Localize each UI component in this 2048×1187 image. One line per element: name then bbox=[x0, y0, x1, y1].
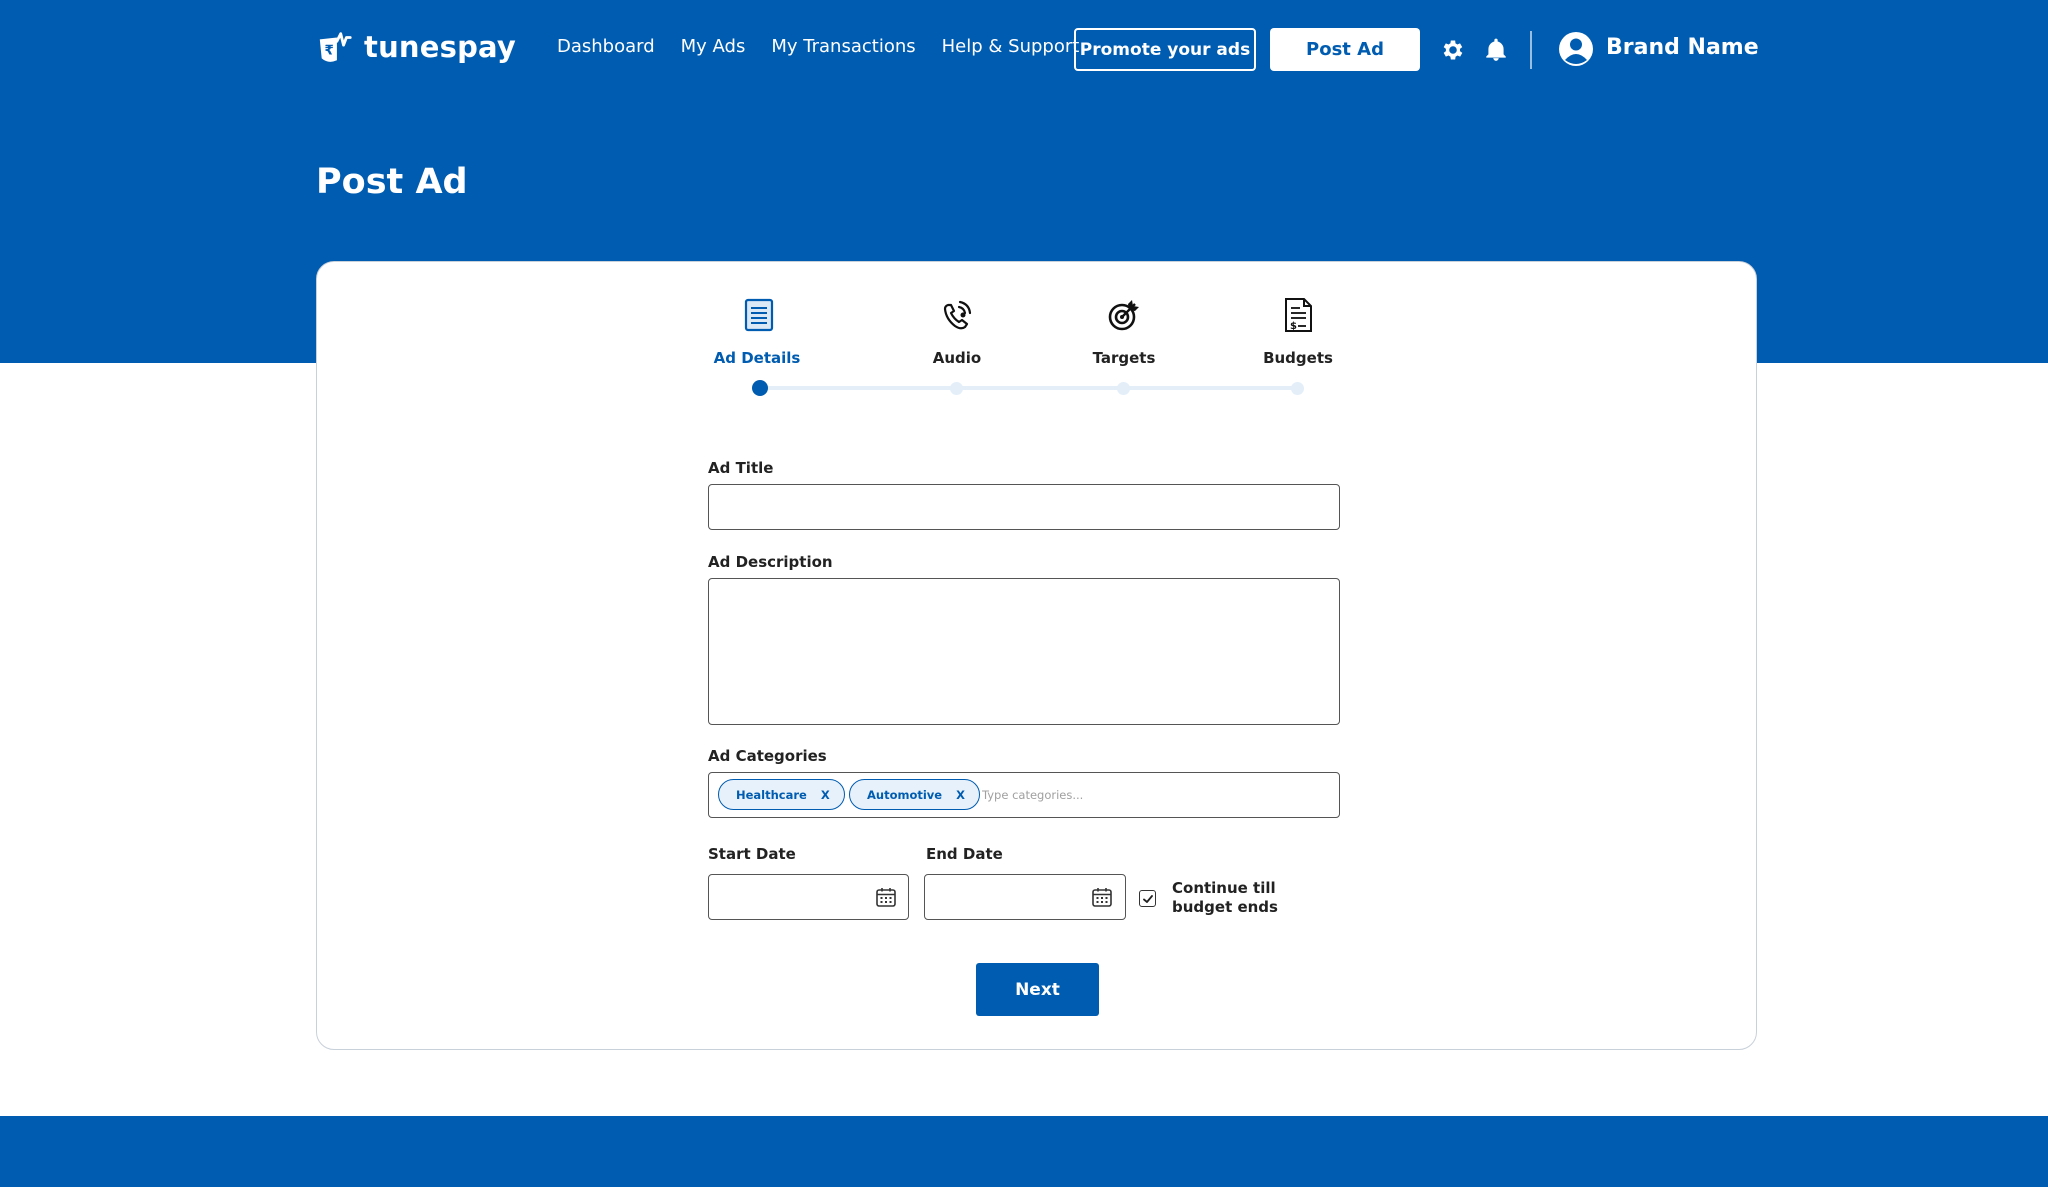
budget-document-icon: $ bbox=[1285, 298, 1312, 332]
ad-title-input[interactable] bbox=[709, 485, 1339, 529]
next-button[interactable]: Next bbox=[976, 963, 1099, 1016]
nav-my-transactions[interactable]: My Transactions bbox=[771, 36, 915, 57]
step-targets[interactable]: Targets bbox=[1054, 295, 1194, 367]
logo-icon: ₹ bbox=[319, 32, 352, 62]
ad-description-textarea[interactable] bbox=[709, 579, 1339, 724]
nav-my-ads[interactable]: My Ads bbox=[681, 36, 746, 57]
document-icon bbox=[744, 298, 774, 332]
bell-icon[interactable] bbox=[1483, 37, 1509, 63]
category-chip-label: Automotive bbox=[867, 787, 943, 802]
start-date-label: Start Date bbox=[708, 845, 796, 863]
step-dot bbox=[1117, 382, 1130, 395]
categories-input[interactable] bbox=[982, 786, 1332, 804]
ad-title-label: Ad Title bbox=[708, 459, 774, 477]
ad-description-label: Ad Description bbox=[708, 553, 833, 571]
svg-text:$: $ bbox=[1290, 321, 1297, 332]
step-dot bbox=[1291, 382, 1304, 395]
remove-chip-button[interactable]: X bbox=[821, 788, 830, 802]
continue-checkbox[interactable] bbox=[1139, 890, 1156, 907]
step-label: Ad Details bbox=[713, 349, 801, 367]
nav-dashboard[interactable]: Dashboard bbox=[557, 36, 655, 57]
ad-categories-label: Ad Categories bbox=[708, 747, 827, 765]
category-chip-healthcare: Healthcare X bbox=[718, 779, 845, 810]
phone-audio-icon bbox=[943, 300, 972, 330]
step-budgets[interactable]: $ Budgets bbox=[1228, 295, 1368, 367]
calendar-icon[interactable] bbox=[1091, 886, 1113, 908]
main-nav: Dashboard My Ads My Transactions Help & … bbox=[557, 36, 1105, 57]
target-icon bbox=[1108, 300, 1139, 331]
step-dot bbox=[950, 382, 963, 395]
stepper-progress-track bbox=[760, 386, 1298, 390]
promote-ads-button[interactable]: Promote your ads bbox=[1074, 28, 1256, 71]
logo-text: tunespay bbox=[364, 30, 517, 64]
svg-text:₹: ₹ bbox=[325, 44, 334, 59]
ad-description-field[interactable] bbox=[708, 578, 1340, 725]
step-label: Targets bbox=[1092, 349, 1156, 367]
step-dot-active bbox=[752, 380, 768, 396]
nav-help-support[interactable]: Help & Support bbox=[942, 36, 1080, 57]
user-avatar-icon[interactable] bbox=[1558, 31, 1594, 67]
logo[interactable]: ₹ tunespay bbox=[316, 28, 516, 66]
category-chip-label: Healthcare bbox=[736, 787, 807, 802]
step-audio[interactable]: Audio bbox=[887, 295, 1027, 367]
header-divider bbox=[1530, 31, 1532, 69]
post-ad-button[interactable]: Post Ad bbox=[1270, 28, 1420, 71]
remove-chip-button[interactable]: X bbox=[956, 788, 965, 802]
end-date-label: End Date bbox=[926, 845, 1003, 863]
page-title: Post Ad bbox=[316, 162, 468, 202]
step-label: Audio bbox=[932, 349, 982, 367]
step-label: Budgets bbox=[1263, 349, 1333, 367]
footer-band bbox=[0, 1116, 2048, 1187]
calendar-icon[interactable] bbox=[875, 886, 897, 908]
gear-icon[interactable] bbox=[1440, 37, 1466, 63]
step-ad-details[interactable]: Ad Details bbox=[687, 295, 827, 367]
ad-title-field[interactable] bbox=[708, 484, 1340, 530]
category-chip-automotive: Automotive X bbox=[849, 779, 980, 810]
checkmark-icon bbox=[1142, 894, 1153, 903]
brand-name[interactable]: Brand Name bbox=[1606, 35, 1759, 60]
continue-label: Continue till budget ends bbox=[1172, 879, 1278, 916]
